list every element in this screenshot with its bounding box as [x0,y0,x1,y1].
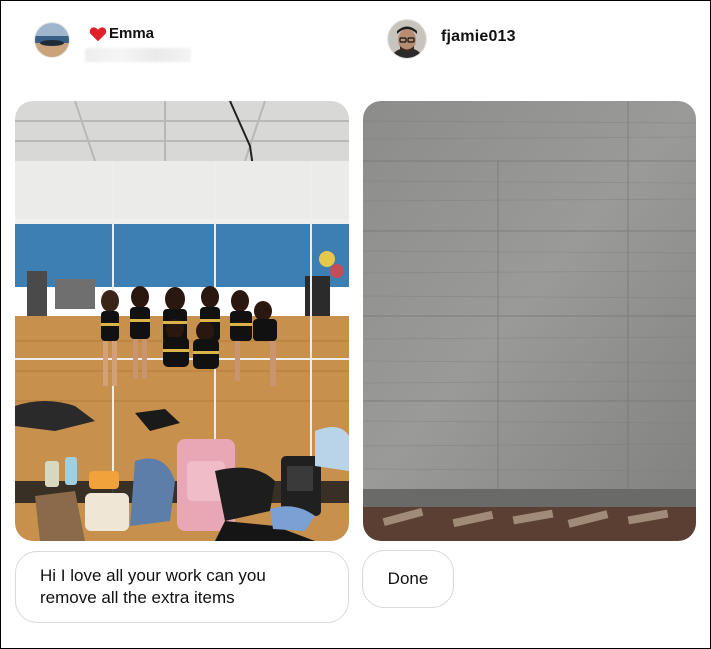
screenshot-frame: Emma fjamie013 Hi I love all your work c… [0,0,711,649]
emma-username-row[interactable]: Emma [89,25,154,42]
fjamie-message-text: Done [387,569,429,588]
fjamie-username[interactable]: fjamie013 [441,28,516,46]
fjamie-avatar[interactable] [388,20,426,58]
beach-avatar-icon [35,23,69,57]
emma-message-text: Hi I love all your work can you remove a… [40,566,266,607]
emma-avatar[interactable] [35,23,69,57]
blurred-caption [85,48,191,62]
gym-photo-illustration [15,101,349,541]
emma-message-bubble[interactable]: Hi I love all your work can you remove a… [15,551,349,623]
heart-icon [89,26,107,41]
man-avatar-icon [388,20,426,58]
emma-username: Emma [109,25,155,42]
fjamie-message-bubble[interactable]: Done [362,550,454,608]
gym-mirror-photo[interactable] [15,101,349,541]
concrete-wall-illustration [363,101,696,541]
concrete-wall-photo[interactable] [363,101,696,541]
